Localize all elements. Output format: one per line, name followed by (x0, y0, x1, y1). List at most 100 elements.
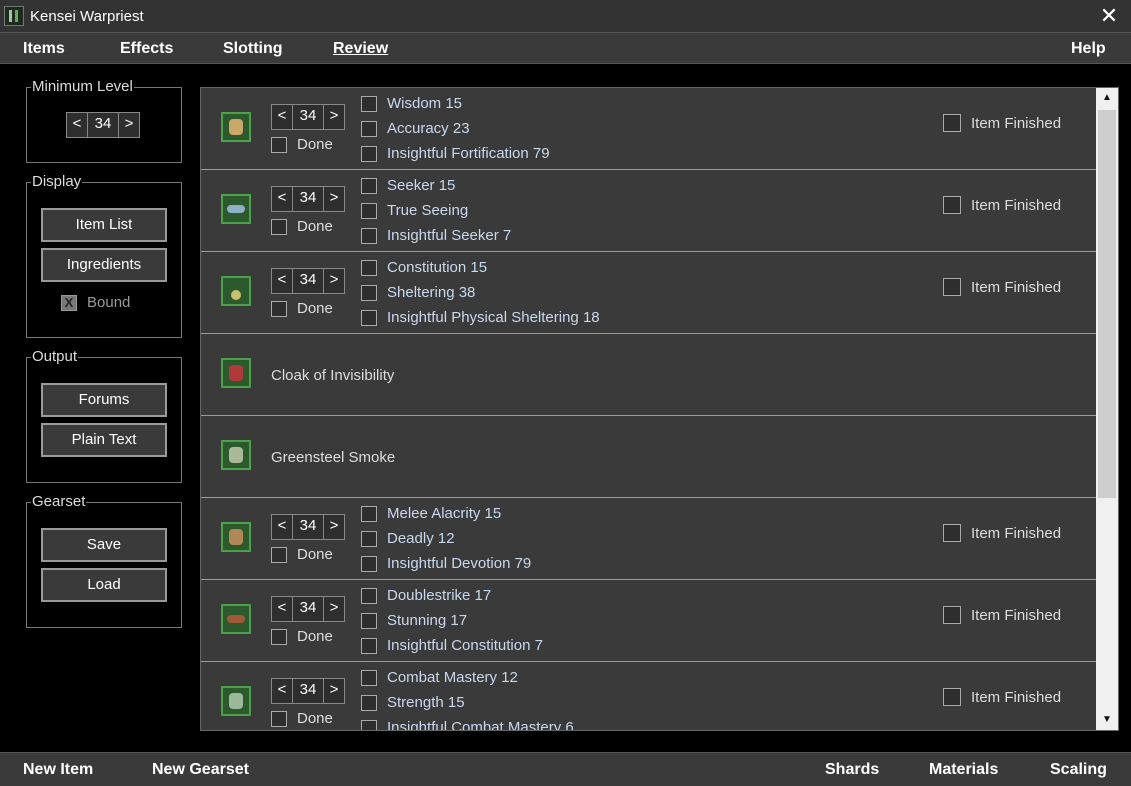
item-list-button[interactable]: Item List (41, 208, 167, 242)
scroll-thumb[interactable] (1098, 110, 1116, 498)
menu-items[interactable]: Items (23, 40, 65, 58)
bound-checkbox[interactable]: X (61, 294, 77, 311)
item-level-value[interactable]: 34 (292, 515, 324, 539)
item-level-value[interactable]: 34 (292, 105, 324, 129)
augment-checkbox[interactable] (361, 202, 377, 219)
augment-checkbox[interactable] (361, 259, 377, 276)
menu-help[interactable]: Help (1071, 40, 1106, 58)
augment-checkbox[interactable] (361, 530, 377, 547)
decrement-button[interactable]: < (272, 597, 292, 621)
augment-label: Constitution 15 (387, 259, 488, 276)
menu-effects[interactable]: Effects (120, 40, 173, 58)
augment-row: Deadly 12 (361, 530, 455, 547)
done-checkbox[interactable] (271, 628, 287, 645)
list-item: < 34 > Done Combat Mastery 12 Strength 1… (201, 662, 1096, 730)
augment-checkbox[interactable] (361, 177, 377, 194)
augment-checkbox[interactable] (361, 612, 377, 629)
augment-checkbox[interactable] (361, 145, 377, 162)
new-item-button[interactable]: New Item (23, 761, 93, 779)
increment-button[interactable]: > (324, 597, 344, 621)
increment-button[interactable]: > (324, 269, 344, 293)
augment-checkbox[interactable] (361, 95, 377, 112)
item-finished-checkbox[interactable] (943, 114, 961, 132)
cloak-icon (221, 358, 251, 388)
item-finished-label: Item Finished (971, 278, 1062, 296)
item-level-value[interactable]: 34 (292, 187, 324, 211)
augment-row: Accuracy 23 (361, 120, 470, 137)
augment-label: Stunning 17 (387, 612, 468, 629)
item-finished-checkbox[interactable] (943, 196, 961, 214)
menu-bar: Items Effects Slotting Review Help (0, 33, 1131, 64)
augment-checkbox[interactable] (361, 669, 377, 686)
augment-label: Seeker 15 (387, 177, 456, 194)
armor-icon (221, 440, 251, 470)
augment-checkbox[interactable] (361, 505, 377, 522)
decrement-button[interactable]: < (272, 515, 292, 539)
necklace-icon (221, 276, 251, 306)
done-checkbox[interactable] (271, 136, 287, 153)
bottom-bar: New Item New Gearset Shards Materials Sc… (0, 752, 1131, 786)
augment-row: Insightful Combat Mastery 6 (361, 719, 574, 730)
augment-row: True Seeing (361, 202, 468, 219)
augment-checkbox[interactable] (361, 694, 377, 711)
done-checkbox[interactable] (271, 300, 287, 317)
decrement-button[interactable]: < (67, 113, 87, 137)
minimum-level-label: Minimum Level (31, 78, 134, 95)
augment-checkbox[interactable] (361, 637, 377, 654)
augment-label: True Seeing (387, 202, 469, 219)
list-item: < 34 > Done Wisdom 15 Accuracy 23 Insigh… (201, 88, 1096, 170)
forums-button[interactable]: Forums (41, 383, 167, 417)
vertical-scrollbar[interactable]: ▲ ▼ (1096, 88, 1118, 730)
augment-checkbox[interactable] (361, 120, 377, 137)
decrement-button[interactable]: < (272, 679, 292, 703)
plain-text-button[interactable]: Plain Text (41, 423, 167, 457)
gearset-label: Gearset (31, 493, 87, 510)
materials-button[interactable]: Materials (929, 761, 998, 779)
scaling-button[interactable]: Scaling (1050, 761, 1107, 779)
item-finished-checkbox[interactable] (943, 524, 961, 542)
done-checkbox[interactable] (271, 218, 287, 235)
augment-checkbox[interactable] (361, 284, 377, 301)
done-checkbox-row: Done (271, 218, 333, 235)
minimum-level-value[interactable]: 34 (87, 113, 119, 137)
augment-checkbox[interactable] (361, 309, 377, 326)
done-checkbox[interactable] (271, 710, 287, 727)
item-name: Greensteel Smoke (271, 449, 396, 466)
increment-button[interactable]: > (324, 679, 344, 703)
close-button[interactable]: ✕ (1095, 2, 1123, 30)
item-level-value[interactable]: 34 (292, 269, 324, 293)
item-level-value[interactable]: 34 (292, 597, 324, 621)
augment-label: Doublestrike 17 (387, 587, 492, 604)
augment-label: Insightful Constitution 7 (387, 637, 543, 654)
output-label: Output (31, 348, 79, 365)
augment-checkbox[interactable] (361, 719, 377, 730)
item-finished-checkbox[interactable] (943, 688, 961, 706)
save-button[interactable]: Save (41, 528, 167, 562)
menu-review[interactable]: Review (333, 40, 388, 58)
augment-label: Combat Mastery 12 (387, 669, 518, 686)
augment-label: Insightful Devotion 79 (387, 555, 532, 572)
done-checkbox[interactable] (271, 546, 287, 563)
decrement-button[interactable]: < (272, 105, 292, 129)
augment-checkbox[interactable] (361, 555, 377, 572)
augment-checkbox[interactable] (361, 227, 377, 244)
item-level-value[interactable]: 34 (292, 679, 324, 703)
scroll-up-arrow-icon[interactable]: ▲ (1096, 88, 1118, 108)
scroll-down-arrow-icon[interactable]: ▼ (1096, 710, 1118, 730)
shards-button[interactable]: Shards (825, 761, 879, 779)
new-gearset-button[interactable]: New Gearset (152, 761, 249, 779)
augment-checkbox[interactable] (361, 587, 377, 604)
augment-label: Deadly 12 (387, 530, 455, 547)
menu-slotting[interactable]: Slotting (223, 40, 283, 58)
ingredients-button[interactable]: Ingredients (41, 248, 167, 282)
increment-button[interactable]: > (324, 515, 344, 539)
increment-button[interactable]: > (324, 187, 344, 211)
increment-button[interactable]: > (324, 105, 344, 129)
decrement-button[interactable]: < (272, 187, 292, 211)
item-finished-checkbox[interactable] (943, 606, 961, 624)
item-level-stepper: < 34 > (271, 186, 345, 212)
increment-button[interactable]: > (119, 113, 139, 137)
item-finished-checkbox[interactable] (943, 278, 961, 296)
decrement-button[interactable]: < (272, 269, 292, 293)
load-button[interactable]: Load (41, 568, 167, 602)
